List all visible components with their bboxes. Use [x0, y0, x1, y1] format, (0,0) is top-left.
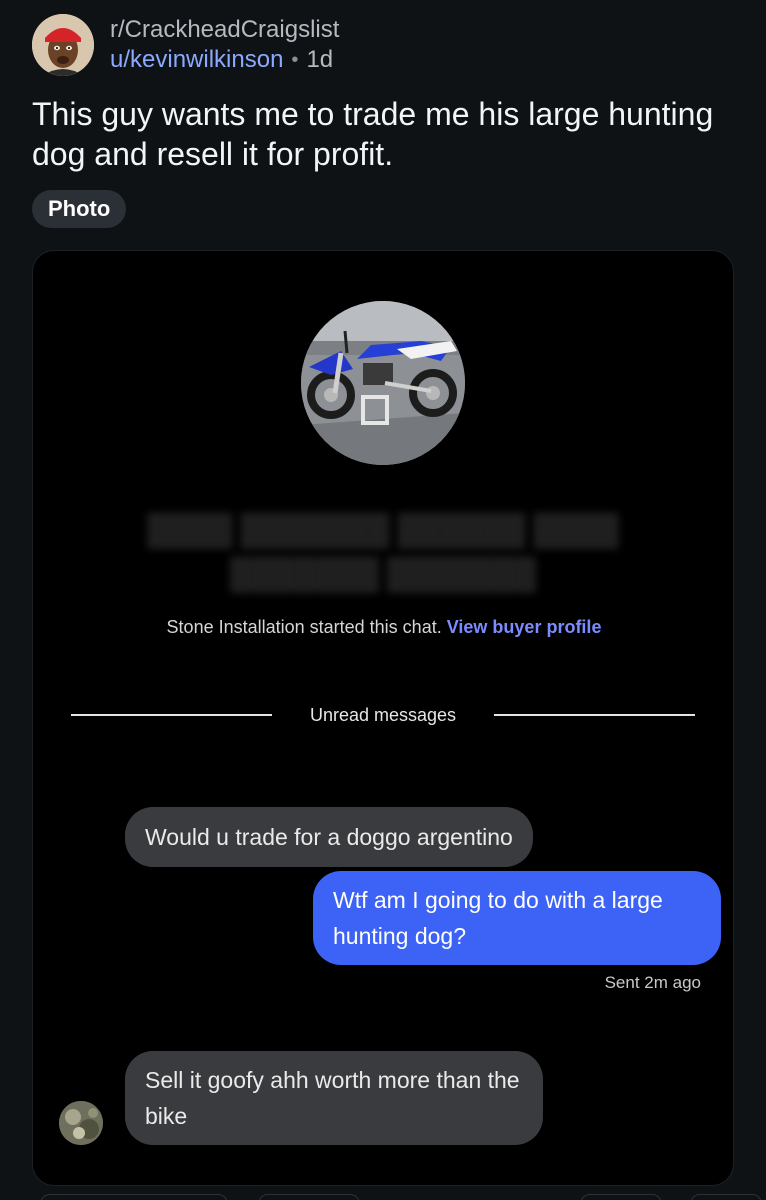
- post-image[interactable]: ████ ███████ ██████ ████ ███████ ███████…: [32, 250, 734, 1186]
- message-bubble-incoming[interactable]: Would u trade for a doggo argentino: [125, 807, 533, 867]
- unread-divider: Unread messages: [71, 703, 696, 727]
- meta-separator: •: [291, 49, 299, 71]
- comments-button[interactable]: [258, 1194, 360, 1200]
- author-line: u/kevinwilkinson • 1d: [110, 45, 339, 75]
- dirt-bike-photo: [301, 301, 465, 465]
- divider-line-right: [494, 714, 696, 716]
- subreddit-avatar[interactable]: [32, 14, 94, 76]
- author-username[interactable]: u/kevinwilkinson: [110, 45, 283, 75]
- post-title[interactable]: This guy wants me to trade me his large …: [32, 94, 732, 174]
- unread-messages-label: Unread messages: [309, 705, 457, 725]
- post-header: r/CrackheadCraigslist u/kevinwilkinson •…: [32, 14, 339, 76]
- share-button[interactable]: [690, 1194, 762, 1200]
- message-bubble-outgoing[interactable]: Wtf am I going to do with a large huntin…: [313, 871, 721, 965]
- blurred-listing-title: ████ ███████ ██████ ████ ███████ ███████: [147, 514, 619, 591]
- post-meta: r/CrackheadCraigslist u/kevinwilkinson •…: [110, 15, 339, 75]
- sender-avatar[interactable]: [59, 1101, 103, 1145]
- view-buyer-profile-link[interactable]: View buyer profile: [447, 617, 602, 637]
- post-flair[interactable]: Photo: [32, 190, 127, 228]
- post-age: 1d: [306, 46, 334, 73]
- message-bubble-incoming[interactable]: Sell it goofy ahh worth more than the bi…: [125, 1051, 543, 1145]
- chat-started-line: Stone Installation started this chat. Vi…: [33, 615, 733, 639]
- divider-line-left: [71, 714, 272, 716]
- subreddit-name[interactable]: r/CrackheadCraigslist: [110, 15, 339, 45]
- chat-started-text: Stone Installation started this chat.: [166, 617, 442, 637]
- award-button[interactable]: [580, 1194, 662, 1200]
- sent-status: Sent 2m ago: [604, 973, 701, 992]
- vote-bar[interactable]: [40, 1194, 228, 1200]
- reddit-post-page: r/CrackheadCraigslist u/kevinwilkinson •…: [0, 0, 766, 1200]
